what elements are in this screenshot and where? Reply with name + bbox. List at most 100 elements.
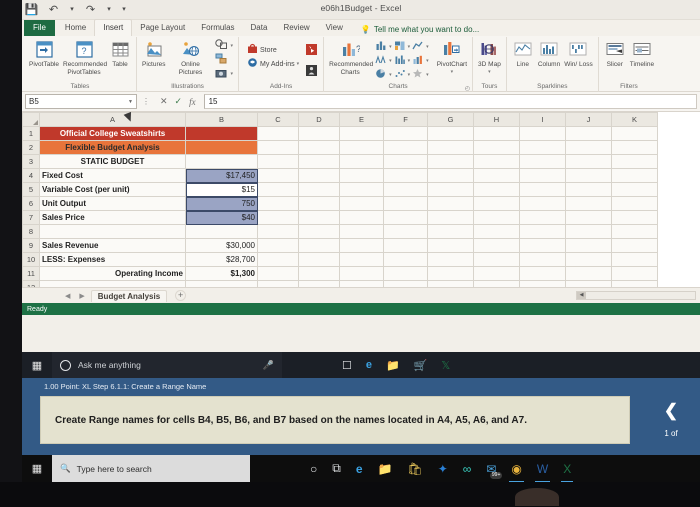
my-addins-dropdown-icon[interactable]: ▾ [297, 61, 300, 67]
column-header-d[interactable]: D [298, 112, 340, 127]
sheet-tab-budget-analysis[interactable]: Budget Analysis [90, 289, 168, 302]
cell-b3[interactable] [185, 154, 258, 169]
file-explorer-icon[interactable]: 📁 [378, 462, 393, 476]
cell-c4[interactable] [257, 168, 299, 183]
cell-i7[interactable] [519, 210, 566, 225]
cell-b4[interactable]: $17,450 [185, 168, 258, 183]
cell-h12[interactable] [473, 280, 520, 287]
cell-g8[interactable] [427, 224, 474, 239]
row-header-2[interactable]: 2 [22, 140, 40, 155]
task-view-icon[interactable]: ☐ [342, 359, 352, 372]
cell-c6[interactable] [257, 196, 299, 211]
cell-i11[interactable] [519, 266, 566, 281]
column-header-a[interactable]: A [39, 112, 186, 127]
cell-h4[interactable] [473, 168, 520, 183]
cell-c10[interactable] [257, 252, 299, 267]
cell-c8[interactable] [257, 224, 299, 239]
row-header-3[interactable]: 3 [22, 154, 40, 169]
cell-g12[interactable] [427, 280, 474, 287]
table-button[interactable]: Table [107, 38, 133, 69]
insert-function-icon[interactable]: fx [189, 97, 196, 107]
file-explorer-icon[interactable]: 📁 [386, 359, 400, 372]
sparkline-column-button[interactable]: Column [536, 38, 562, 69]
surface-chart-dropdown-icon[interactable]: ▾ [426, 72, 429, 78]
cell-e11[interactable] [339, 266, 384, 281]
edge-icon[interactable]: e [356, 462, 363, 476]
pie-chart-icon[interactable] [375, 66, 387, 84]
cell-h8[interactable] [473, 224, 520, 239]
cell-e8[interactable] [339, 224, 384, 239]
cell-c1[interactable] [257, 126, 299, 141]
infinity-icon[interactable]: ∞ [463, 462, 472, 476]
cell-f11[interactable] [383, 266, 428, 281]
cell-i3[interactable] [519, 154, 566, 169]
cell-f7[interactable] [383, 210, 428, 225]
cell-g10[interactable] [427, 252, 474, 267]
formula-input[interactable]: 15 [203, 94, 697, 109]
scatter-chart-icon[interactable] [394, 66, 406, 84]
cell-f9[interactable] [383, 238, 428, 253]
cell-d5[interactable] [298, 182, 340, 197]
microphone-icon[interactable]: 🎤 [263, 360, 274, 371]
task-view-icon[interactable]: ⧉ [332, 461, 341, 476]
add-sheet-button[interactable]: + [175, 290, 187, 301]
table-row[interactable]: 12 [22, 280, 658, 287]
online-pictures-button[interactable]: Online Pictures [167, 38, 213, 76]
row-header-11[interactable]: 11 [22, 266, 40, 281]
cell-i10[interactable] [519, 252, 566, 267]
cell-h6[interactable] [473, 196, 520, 211]
cell-f4[interactable] [383, 168, 428, 183]
row-header-10[interactable]: 10 [22, 252, 40, 267]
cell-d4[interactable] [298, 168, 340, 183]
combo-chart-dropdown-icon[interactable]: ▾ [426, 58, 429, 64]
os-search-box[interactable]: 🔍 Type here to search [52, 455, 250, 482]
windows-start-icon[interactable]: ▦ [22, 462, 52, 475]
column-header-e[interactable]: E [339, 112, 384, 127]
cell-e4[interactable] [339, 168, 384, 183]
cell-f2[interactable] [383, 140, 428, 155]
cell-a10[interactable]: LESS: Expenses [39, 252, 186, 267]
cell-h7[interactable] [473, 210, 520, 225]
excel-icon[interactable]: 𝕏 [441, 359, 450, 372]
table-row[interactable]: 4 Fixed Cost $17,450 [22, 168, 658, 183]
cell-j1[interactable] [565, 126, 612, 141]
tab-data[interactable]: Data [243, 20, 276, 36]
cell-f3[interactable] [383, 154, 428, 169]
cell-a2[interactable]: Flexible Budget Analysis [39, 140, 186, 155]
cell-e5[interactable] [339, 182, 384, 197]
cell-h9[interactable] [473, 238, 520, 253]
column-header-j[interactable]: J [565, 112, 612, 127]
cell-i5[interactable] [519, 182, 566, 197]
cell-h5[interactable] [473, 182, 520, 197]
cell-k11[interactable] [611, 266, 658, 281]
cell-f12[interactable] [383, 280, 428, 287]
cell-g1[interactable] [427, 126, 474, 141]
timeline-button[interactable]: Timeline [628, 38, 656, 69]
cell-j2[interactable] [565, 140, 612, 155]
line-chart-dropdown-icon[interactable]: ▾ [426, 44, 429, 50]
cell-c3[interactable] [257, 154, 299, 169]
cell-e7[interactable] [339, 210, 384, 225]
cell-d8[interactable] [298, 224, 340, 239]
prev-sheet-icon[interactable]: ◀ [62, 292, 73, 300]
cell-h3[interactable] [473, 154, 520, 169]
cell-f6[interactable] [383, 196, 428, 211]
cell-j8[interactable] [565, 224, 612, 239]
tab-formulas[interactable]: Formulas [193, 20, 242, 36]
cell-j6[interactable] [565, 196, 612, 211]
cell-c11[interactable] [257, 266, 299, 281]
tab-file[interactable]: File [24, 20, 55, 36]
column-header-g[interactable]: G [427, 112, 474, 127]
cell-j9[interactable] [565, 238, 612, 253]
cell-a6[interactable]: Unit Output [39, 196, 186, 211]
cell-d12[interactable] [298, 280, 340, 287]
cell-c12[interactable] [257, 280, 299, 287]
tab-insert[interactable]: Insert [94, 19, 133, 36]
store-icon[interactable]: 🛍 [407, 462, 422, 476]
my-addins-button[interactable]: My Add-ins ▾ [245, 57, 301, 71]
store-icon[interactable]: 🛒 [414, 359, 428, 372]
cell-b12[interactable] [185, 280, 258, 287]
cell-h11[interactable] [473, 266, 520, 281]
recommended-charts-button[interactable]: ? Recommended Charts [327, 38, 373, 76]
cell-j3[interactable] [565, 154, 612, 169]
